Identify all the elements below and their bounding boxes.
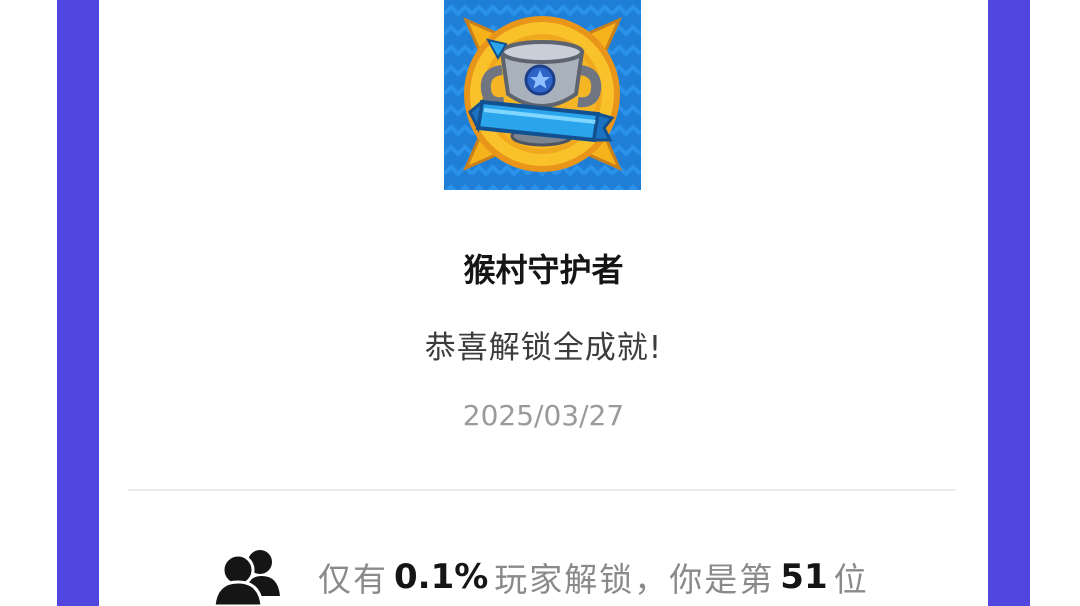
achievement-subtitle: 恭喜解锁全成就! [424,330,663,366]
achievement-title: 猴村守护者 [463,251,624,289]
left-frame-band [57,0,99,606]
users-icon [212,548,280,606]
right-frame-band [988,0,1030,606]
achievement-card: 猴村守护者 恭喜解锁全成就! 2025/03/27 仅有 0.1% 玩家解锁，你… [99,0,988,606]
divider [128,489,956,491]
unlock-stats: 仅有 0.1% 玩家解锁，你是第 51 位 [212,548,869,606]
trophy-badge-icon [444,0,641,190]
stats-middle: 玩家解锁，你是第 [494,560,775,599]
unlock-rank: 51 [780,557,828,597]
stats-suffix: 位 [833,560,869,599]
unlock-date: 2025/03/27 [462,399,625,432]
stats-prefix: 仅有 [318,560,388,599]
unlock-percent: 0.1% [394,557,489,597]
